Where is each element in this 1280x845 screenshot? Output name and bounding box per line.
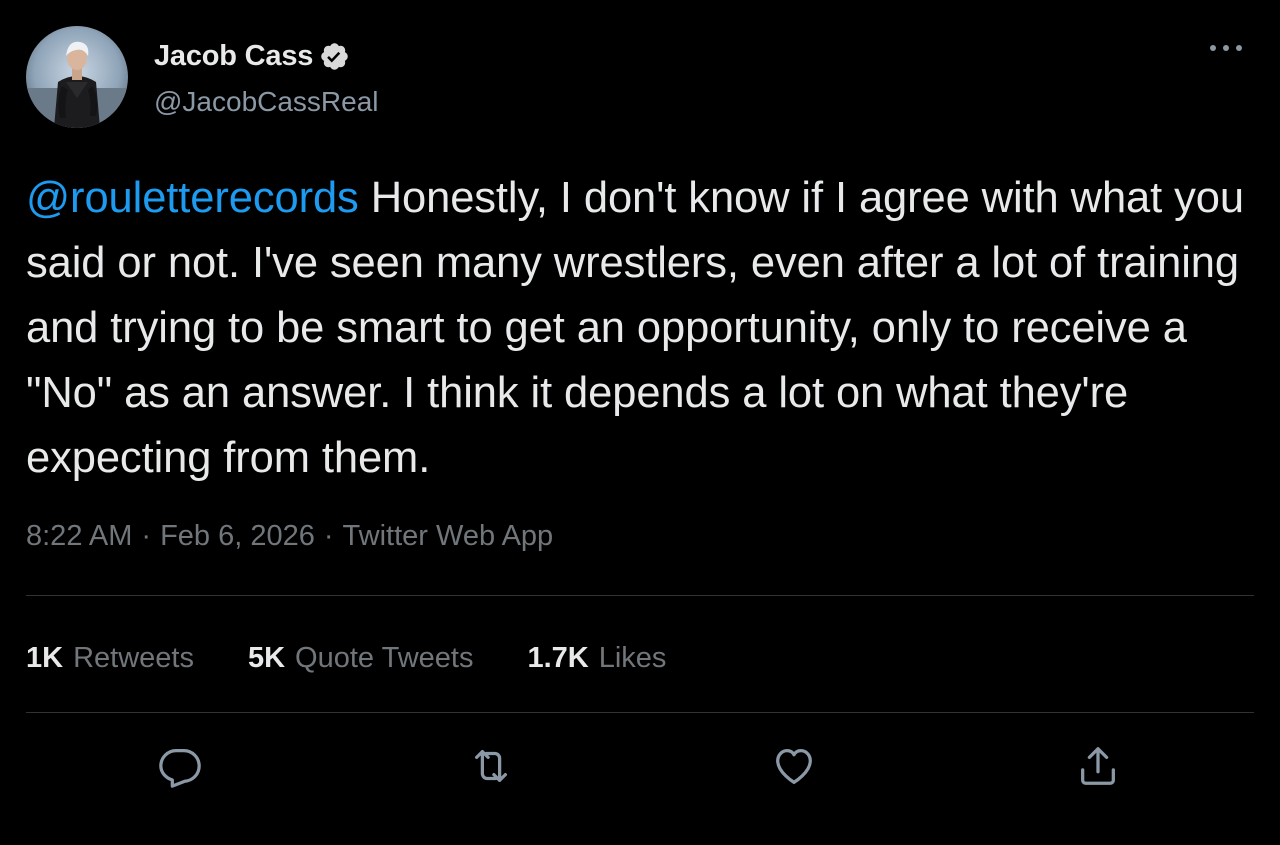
tweet-stats: 1K Retweets 5K Quote Tweets 1.7K Likes: [26, 636, 720, 680]
retweets-count: 1K: [26, 641, 64, 674]
reply-button[interactable]: [144, 730, 216, 802]
tweet-actions: [0, 730, 1280, 802]
tweet-time[interactable]: 8:22 AM: [26, 520, 132, 552]
tweet-header: Jacob Cass @JacobCassReal: [26, 26, 1254, 130]
retweet-icon: [474, 749, 508, 783]
like-button[interactable]: [758, 730, 830, 802]
mention-link[interactable]: @rouletterecords: [26, 174, 359, 222]
likes-stat[interactable]: 1.7K Likes: [527, 642, 666, 675]
divider-bottom: [26, 712, 1254, 713]
retweets-label: Retweets: [73, 641, 194, 674]
meta-separator: ·: [141, 520, 152, 552]
verified-badge-icon: [319, 41, 350, 72]
quote-tweets-label: Quote Tweets: [295, 641, 474, 674]
likes-label: Likes: [598, 641, 667, 674]
avatar[interactable]: [26, 26, 128, 128]
reply-icon: [159, 749, 201, 788]
divider-top: [26, 595, 1254, 596]
retweets-stat[interactable]: 1K Retweets: [26, 642, 194, 675]
quote-tweets-stat[interactable]: 5K Quote Tweets: [248, 642, 473, 675]
display-name[interactable]: Jacob Cass: [154, 40, 313, 73]
display-name-row: Jacob Cass: [154, 38, 379, 74]
heart-icon: [776, 749, 812, 784]
tweet-text: @rouletterecords Honestly, I don't know …: [26, 166, 1256, 491]
more-options-button[interactable]: [1206, 34, 1246, 62]
meta-separator: ·: [323, 520, 334, 552]
retweet-button[interactable]: [455, 730, 527, 802]
more-horizontal-icon: [1210, 45, 1242, 51]
share-button[interactable]: [1062, 730, 1134, 802]
quote-tweets-count: 5K: [247, 641, 286, 674]
likes-count: 1.7K: [527, 641, 589, 674]
author-handle[interactable]: @JacobCassReal: [154, 86, 379, 118]
tweet-date[interactable]: Feb 6, 2026: [160, 520, 315, 552]
author-names: Jacob Cass @JacobCassReal: [154, 38, 379, 118]
share-icon: [1081, 747, 1115, 785]
tweet-source[interactable]: Twitter Web App: [343, 520, 554, 552]
tweet-meta: 8:22 AM · Feb 6, 2026 · Twitter Web App: [26, 520, 553, 553]
avatar-image: [26, 26, 128, 128]
